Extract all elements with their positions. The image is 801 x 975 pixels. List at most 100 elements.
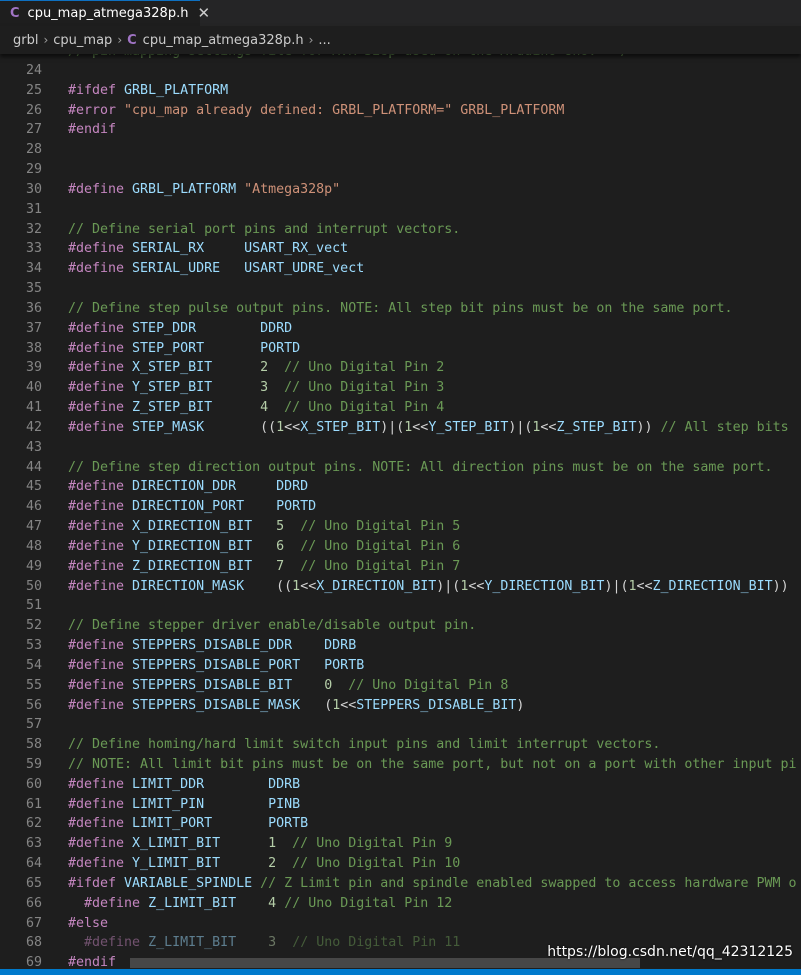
code-line[interactable]: 30 #define GRBL_PLATFORM "Atmega328p" xyxy=(0,180,801,200)
code-token: #define xyxy=(68,479,133,495)
code-line[interactable]: 51 xyxy=(0,596,801,616)
code-line[interactable]: 48 #define Y_DIRECTION_BIT 6 // Uno Digit… xyxy=(0,537,801,557)
code-line[interactable]: 43 xyxy=(0,438,801,458)
code-token: Z_DIRECTION_BIT xyxy=(132,558,277,574)
code-line[interactable]: 66 #define Z_LIMIT_BIT 4 // Uno Digital … xyxy=(0,894,801,914)
code-line[interactable]: 39 #define X_STEP_BIT 2 // Uno Digital Pi… xyxy=(0,358,801,378)
line-number: 39 xyxy=(25,360,42,376)
code-line[interactable]: 59 // NOTE: All limit bit pins must be on… xyxy=(0,755,801,775)
code-line[interactable]: 52 // Define stepper driver enable/disabl… xyxy=(0,616,801,636)
code-line[interactable]: 38 #define STEP_PORT PORTD xyxy=(0,339,801,359)
line-number: 63 xyxy=(25,836,42,852)
code-line[interactable]: 45 #define DIRECTION_DDR DDRD xyxy=(0,477,801,497)
code-token: #define xyxy=(68,776,133,792)
code-line[interactable]: 35 xyxy=(0,279,801,299)
code-line[interactable]: 36 // Define step pulse output pins. NOTE… xyxy=(0,299,801,319)
code-line[interactable]: 57 xyxy=(0,715,801,735)
line-number: 64 xyxy=(25,856,42,872)
code-token: 1 xyxy=(628,578,637,594)
line-number: 35 xyxy=(25,281,42,297)
code-line[interactable]: 49 #define Z_DIRECTION_BIT 7 // Uno Digit… xyxy=(0,557,801,577)
code-line[interactable]: 33 #define SERIAL_RX USART_RX_vect xyxy=(0,239,801,259)
code-line[interactable]: 24 xyxy=(0,61,801,81)
code-line[interactable]: 56 #define STEPPERS_DISABLE_MASK (1<<STEP… xyxy=(0,696,801,716)
code-line[interactable]: 54 #define STEPPERS_DISABLE_PORT PORTB xyxy=(0,656,801,676)
line-number: 36 xyxy=(25,300,42,316)
code-line[interactable]: 46 #define DIRECTION_PORT PORTD xyxy=(0,497,801,517)
code-token: #define xyxy=(68,657,133,673)
code-token: // Uno Digital Pin 12 xyxy=(284,895,453,911)
code-text: #define Z_LIMIT_BIT 3 // Uno Digital Pin… xyxy=(68,933,460,953)
code-token: #define xyxy=(68,181,133,197)
breadcrumb: grbl › cpu_map › C cpu_map_atmega328p.h … xyxy=(0,26,801,54)
code-line[interactable]: 47 #define X_DIRECTION_BIT 5 // Uno Digit… xyxy=(0,517,801,537)
breadcrumb-item-cpu-map[interactable]: cpu_map xyxy=(53,33,112,48)
code-text: // Define step direction output pins. NO… xyxy=(68,458,772,478)
line-number: 40 xyxy=(25,380,42,396)
code-line[interactable]: 41 #define Z_STEP_BIT 4 // Uno Digital Pi… xyxy=(0,398,801,418)
editor-tab[interactable]: C cpu_map_atmega328p.h ✕ xyxy=(0,0,210,26)
breadcrumb-item-grbl[interactable]: grbl xyxy=(13,33,38,48)
code-token: // Uno Digital Pin 2 xyxy=(284,360,445,376)
code-text: // Define stepper driver enable/disable … xyxy=(68,616,476,636)
line-number: 66 xyxy=(25,895,42,911)
line-number: 50 xyxy=(25,578,42,594)
code-token: #define xyxy=(68,677,133,693)
code-token: // Uno Digital Pin 5 xyxy=(300,519,461,535)
code-token: DIRECTION_DDR DDRD xyxy=(132,479,309,495)
code-line[interactable]: 40 #define Y_STEP_BIT 3 // Uno Digital Pi… xyxy=(0,378,801,398)
code-line[interactable]: 31 xyxy=(0,200,801,220)
code-token: // NOTE: All limit bit pins must be on t… xyxy=(68,756,797,772)
code-line[interactable]: 26 #error "cpu_map already defined: GRBL_… xyxy=(0,101,801,121)
code-text: #define LIMIT_PIN PINB xyxy=(68,795,300,815)
code-text: #define GRBL_PLATFORM "Atmega328p" xyxy=(68,180,340,200)
line-number: 29 xyxy=(25,162,42,178)
code-line[interactable]: 50 #define DIRECTION_MASK ((1<<X_DIRECTIO… xyxy=(0,577,801,597)
code-line[interactable]: 34 #define SERIAL_UDRE USART_UDRE_vect xyxy=(0,259,801,279)
code-line[interactable]: 63 #define X_LIMIT_BIT 1 // Uno Digital P… xyxy=(0,834,801,854)
code-token: SERIAL_UDRE USART_UDRE_vect xyxy=(132,261,365,277)
code-token: 5 xyxy=(276,519,285,535)
code-token: #else xyxy=(68,915,109,931)
code-line[interactable]: 37 #define STEP_DDR DDRD xyxy=(0,319,801,339)
code-token: #define xyxy=(68,261,133,277)
code-token: // All step bits xyxy=(660,419,789,435)
code-line[interactable]: 53 #define STEPPERS_DISABLE_DDR DDRB xyxy=(0,636,801,656)
code-line[interactable]: 25 #ifdef GRBL_PLATFORM xyxy=(0,81,801,101)
code-line[interactable]: 27 #endif xyxy=(0,120,801,140)
breadcrumb-item-symbols[interactable]: ... xyxy=(318,33,330,48)
code-line[interactable]: 65 #ifdef VARIABLE_SPINDLE // Z Limit pin… xyxy=(0,874,801,894)
code-editor[interactable]: // pin mapping settings file for AVR 328… xyxy=(0,54,801,975)
code-token: 2 xyxy=(260,360,269,376)
code-text: #define Z_DIRECTION_BIT 7 // Uno Digital… xyxy=(68,557,460,577)
code-token: Y_STEP_BIT xyxy=(428,419,509,435)
line-number: 67 xyxy=(25,915,42,931)
code-line[interactable]: 44 // Define step direction output pins. … xyxy=(0,458,801,478)
code-line[interactable]: 64 #define Y_LIMIT_BIT 2 // Uno Digital P… xyxy=(0,854,801,874)
code-line[interactable]: 58 // Define homing/hard limit switch inp… xyxy=(0,735,801,755)
code-token: << xyxy=(636,578,653,594)
code-token: // Z Limit pin and spindle enabled swapp… xyxy=(260,875,797,891)
code-line[interactable]: 61 #define LIMIT_PIN PINB xyxy=(0,795,801,815)
line-number: 52 xyxy=(25,618,42,634)
line-number: 47 xyxy=(25,519,42,535)
code-text: #error "cpu_map already defined: GRBL_PL… xyxy=(68,101,564,121)
code-text: // NOTE: All limit bit pins must be on t… xyxy=(68,755,797,775)
code-token: Z_LIMIT_BIT xyxy=(148,895,269,911)
code-token: #ifdef xyxy=(68,82,125,98)
breadcrumb-item-file[interactable]: cpu_map_atmega328p.h xyxy=(143,33,304,48)
code-line[interactable]: 42 #define STEP_MASK ((1<<X_STEP_BIT)|(1<… xyxy=(0,418,801,438)
code-line[interactable]: 62 #define LIMIT_PORT PORTB xyxy=(0,814,801,834)
code-line[interactable]: 67 #else xyxy=(0,914,801,934)
code-lines: 24 25 #ifdef GRBL_PLATFORM 26 #error "cpu_ma… xyxy=(0,61,801,973)
close-icon[interactable]: ✕ xyxy=(197,6,210,21)
code-line[interactable]: 29 xyxy=(0,160,801,180)
code-line[interactable]: 55 #define STEPPERS_DISABLE_BIT 0 // Uno … xyxy=(0,676,801,696)
code-line[interactable]: 28 xyxy=(0,140,801,160)
code-line[interactable]: 60 #define LIMIT_DDR DDRB xyxy=(0,775,801,795)
code-line[interactable]: 32 // Define serial port pins and interru… xyxy=(0,220,801,240)
